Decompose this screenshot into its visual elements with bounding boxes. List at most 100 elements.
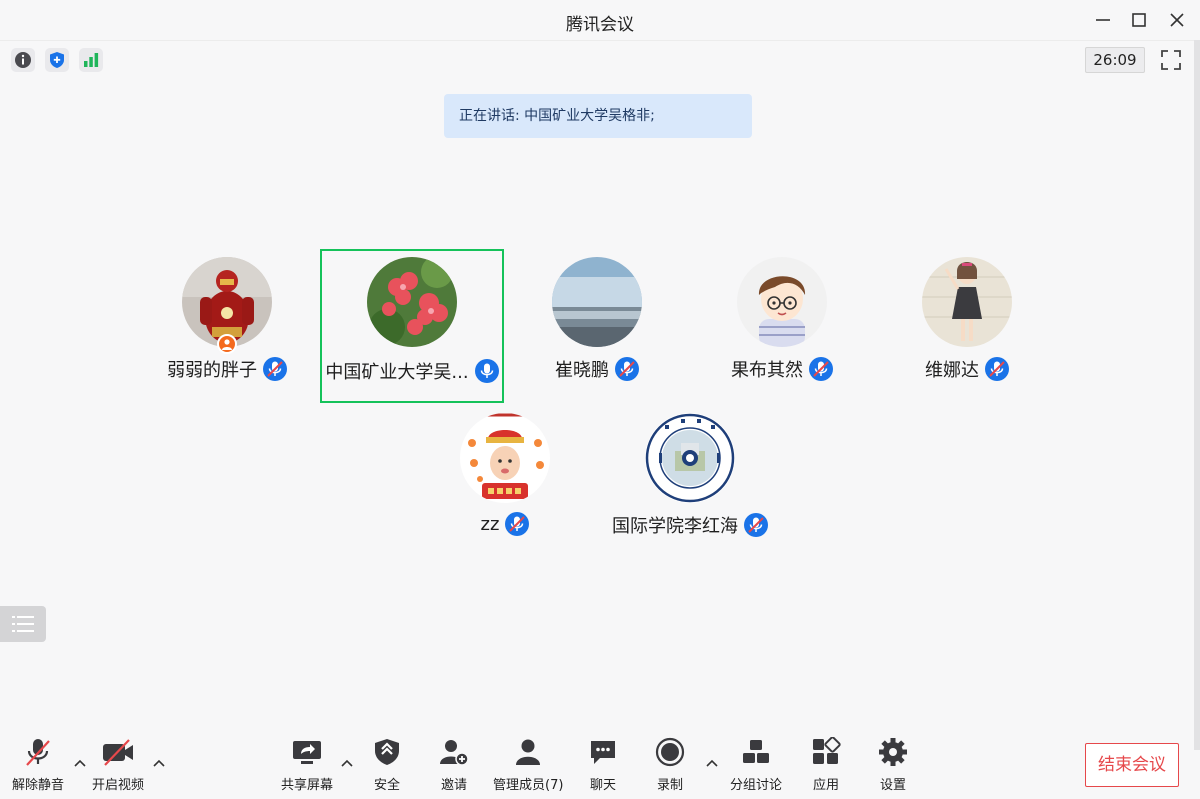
gear-icon	[879, 738, 907, 766]
mic-off-icon	[26, 739, 50, 766]
manage-members-label: 管理成员(7)	[493, 778, 564, 793]
mic-muted-icon	[615, 357, 639, 381]
title-bar: 腾讯会议	[0, 0, 1200, 40]
participant-tile[interactable]: zz	[413, 406, 597, 560]
start-video-label: 开启视频	[92, 778, 145, 793]
shield-icon	[50, 52, 64, 68]
add-user-icon	[440, 740, 469, 766]
record-options-caret[interactable]	[705, 756, 719, 770]
share-screen-icon	[293, 741, 321, 764]
cumt-logo-avatar	[645, 413, 735, 503]
chevron-up-icon	[153, 759, 165, 767]
participant-name-row: 果布其然	[690, 356, 874, 382]
close-icon	[1170, 13, 1184, 27]
chat-button[interactable]: 聊天	[585, 736, 621, 793]
members-icon	[516, 739, 541, 765]
network-quality-button[interactable]	[79, 48, 103, 72]
baby-avatar	[460, 413, 550, 503]
flower-avatar	[367, 257, 457, 347]
participant-name: 国际学院李红海	[612, 516, 738, 537]
participant-name-row: 中国矿业大学吴...	[320, 358, 504, 384]
info-icon	[15, 52, 31, 68]
participant-tile-active[interactable]: 中国矿业大学吴...	[320, 249, 504, 403]
list-icon	[12, 616, 34, 632]
participant-name: 果布其然	[731, 360, 803, 381]
breakout-rooms-button[interactable]: 分组讨论	[730, 736, 782, 793]
security-shield-button[interactable]	[45, 48, 69, 72]
mic-muted-icon	[985, 357, 1009, 381]
record-button[interactable]: 录制	[652, 736, 688, 793]
window-edge	[1194, 40, 1200, 750]
participant-name-row: 崔晓鹏	[505, 356, 689, 382]
start-video-button[interactable]: 开启视频	[92, 736, 144, 793]
settings-label: 设置	[879, 778, 906, 793]
participant-tile[interactable]: 崔晓鹏	[505, 250, 689, 404]
unmute-button[interactable]: 解除静音	[12, 736, 64, 793]
video-options-caret[interactable]	[152, 756, 166, 770]
share-options-caret[interactable]	[340, 756, 354, 770]
cartoon-girl-avatar	[922, 257, 1012, 347]
minimize-button[interactable]	[1088, 6, 1118, 34]
chat-label: 聊天	[589, 778, 616, 793]
participant-tile[interactable]: 弱弱的胖子	[135, 250, 319, 404]
chevron-up-icon	[74, 759, 86, 767]
meeting-timer: 26:09	[1085, 47, 1145, 73]
chat-icon	[591, 741, 615, 764]
chevron-up-icon	[706, 759, 718, 767]
invite-button[interactable]: 邀请	[436, 736, 472, 793]
maximize-button[interactable]	[1124, 6, 1154, 34]
participant-name-row: 国际学院李红海	[588, 512, 792, 538]
security-button[interactable]: 安全	[369, 736, 405, 793]
participant-name-row: 弱弱的胖子	[135, 356, 319, 382]
manage-members-button[interactable]: 管理成员(7)	[493, 736, 563, 793]
participant-name: 维娜达	[925, 360, 979, 381]
apps-button[interactable]: 应用	[808, 736, 844, 793]
apps-icon	[813, 737, 841, 764]
mic-muted-icon	[263, 357, 287, 381]
shield-icon	[375, 739, 399, 765]
security-label: 安全	[373, 778, 400, 793]
meeting-info-bar: 26:09	[0, 40, 1200, 77]
participant-name: zz	[480, 513, 500, 535]
participant-tile[interactable]: 国际学院李红海	[598, 406, 782, 560]
signal-icon	[84, 53, 99, 67]
bottom-toolbar: 解除静音 开启视频 共享屏幕 安全 邀请 管理成员(7) 聊天 录制 分组讨论 …	[0, 730, 1200, 799]
end-meeting-button[interactable]: 结束会议	[1085, 743, 1179, 787]
record-icon	[655, 737, 685, 767]
minimize-icon	[1096, 19, 1110, 21]
mic-muted-icon	[809, 357, 833, 381]
participant-name-row: zz	[413, 512, 597, 536]
participant-tile[interactable]: 维娜达	[875, 250, 1059, 404]
cartoon-boy-avatar	[737, 257, 827, 347]
meeting-info-button[interactable]	[11, 48, 35, 72]
share-screen-button[interactable]: 共享屏幕	[281, 736, 333, 793]
mic-muted-icon	[744, 513, 768, 537]
window-title: 腾讯会议	[566, 15, 634, 35]
member-list-toggle[interactable]	[0, 606, 46, 642]
record-label: 录制	[656, 778, 683, 793]
fullscreen-icon	[1161, 50, 1181, 70]
participant-name-row: 维娜达	[875, 356, 1059, 382]
participant-name: 中国矿业大学吴...	[325, 362, 469, 383]
participant-name: 弱弱的胖子	[167, 360, 257, 381]
audio-options-caret[interactable]	[73, 756, 87, 770]
speaking-indicator: 正在讲话: 中国矿业大学吴格非;	[444, 94, 752, 138]
participant-tile[interactable]: 果布其然	[690, 250, 874, 404]
host-badge-icon	[217, 334, 237, 354]
sea-avatar	[552, 257, 642, 347]
close-button[interactable]	[1162, 6, 1192, 34]
settings-button[interactable]: 设置	[875, 736, 911, 793]
video-off-icon	[103, 739, 133, 766]
mic-muted-icon	[505, 512, 530, 536]
unmute-label: 解除静音	[12, 778, 65, 793]
fullscreen-button[interactable]	[1158, 47, 1184, 73]
invite-label: 邀请	[440, 778, 467, 793]
mic-active-icon	[474, 359, 499, 383]
chevron-up-icon	[341, 759, 353, 767]
breakout-rooms-label: 分组讨论	[730, 778, 783, 793]
maximize-icon	[1132, 13, 1146, 27]
participant-name: 崔晓鹏	[555, 360, 609, 381]
share-screen-label: 共享屏幕	[281, 778, 334, 793]
breakout-rooms-icon	[743, 740, 769, 763]
apps-label: 应用	[812, 778, 839, 793]
